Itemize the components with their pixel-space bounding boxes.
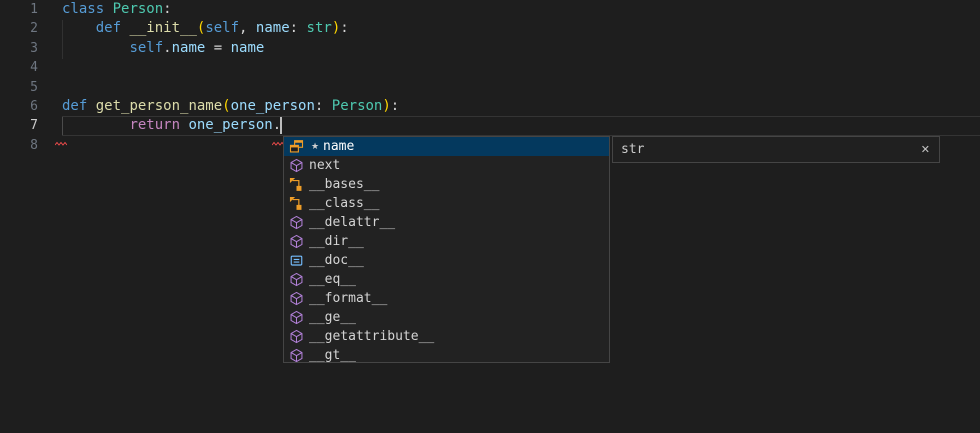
line-number: 7 — [0, 116, 38, 135]
suggestion-label: __getattribute__ — [309, 327, 434, 346]
suggestion-label: __class__ — [309, 194, 379, 213]
suggestion-label: next — [309, 156, 340, 175]
method-icon — [289, 291, 304, 306]
code-line[interactable]: def __init__(self, name: str): — [62, 19, 980, 38]
suggestion-item[interactable]: next — [284, 156, 609, 175]
class-icon — [289, 177, 304, 192]
suggestion-label: __bases__ — [309, 175, 379, 194]
suggestion-label: __ge__ — [309, 308, 356, 327]
line-number: 5 — [0, 78, 38, 97]
method-icon — [289, 310, 304, 325]
method-icon — [289, 329, 304, 344]
suggestion-item[interactable]: __eq__ — [284, 270, 609, 289]
suggestion-label: __dir__ — [309, 232, 364, 251]
suggestion-label: __delattr__ — [309, 213, 395, 232]
suggest-details: str ✕ — [612, 136, 940, 163]
line-number: 6 — [0, 97, 38, 116]
line-number: 1 — [0, 0, 38, 19]
suggestion-item[interactable]: __class__ — [284, 194, 609, 213]
close-icon[interactable]: ✕ — [921, 137, 939, 162]
suggestion-label: __format__ — [309, 289, 387, 308]
suggestion-item[interactable]: __bases__ — [284, 175, 609, 194]
suggestion-item[interactable]: __format__ — [284, 289, 609, 308]
suggestion-label: __gt__ — [309, 346, 356, 363]
suggestion-label: __doc__ — [309, 251, 364, 270]
field-icon — [289, 139, 304, 154]
line-number: 3 — [0, 39, 38, 58]
suggestion-label: name — [323, 137, 354, 156]
code-line[interactable]: def get_person_name(one_person: Person): — [62, 97, 980, 116]
method-icon — [289, 234, 304, 249]
code-editor[interactable]: 12345678 class Person: def __init__(self… — [0, 0, 980, 433]
suggestion-item[interactable]: __delattr__ — [284, 213, 609, 232]
code-line[interactable]: return one_person. — [62, 116, 980, 135]
error-squiggle-icon — [55, 131, 67, 150]
suggestion-item[interactable]: ★name — [284, 137, 609, 156]
method-icon — [289, 348, 304, 363]
line-number: 2 — [0, 19, 38, 38]
constant-icon — [289, 253, 304, 268]
line-number: 8 — [0, 136, 38, 155]
suggestion-item[interactable]: __getattribute__ — [284, 327, 609, 346]
line-number: 4 — [0, 58, 38, 77]
suggest-widget: ★namenext__bases____class____delattr____… — [283, 136, 610, 363]
star-icon: ★ — [309, 142, 321, 152]
suggestion-detail-text: str — [613, 142, 921, 157]
method-icon — [289, 158, 304, 173]
suggestion-item[interactable]: __ge__ — [284, 308, 609, 327]
suggestion-item[interactable]: __doc__ — [284, 251, 609, 270]
code-line[interactable]: class Person: — [62, 0, 980, 19]
class-icon — [289, 196, 304, 211]
method-icon — [289, 215, 304, 230]
suggestion-item[interactable]: __dir__ — [284, 232, 609, 251]
suggestion-label: __eq__ — [309, 270, 356, 289]
code-line[interactable]: self.name = name — [62, 39, 980, 58]
method-icon — [289, 272, 304, 287]
text-cursor — [280, 117, 282, 134]
suggestion-item[interactable]: __gt__ — [284, 346, 609, 363]
